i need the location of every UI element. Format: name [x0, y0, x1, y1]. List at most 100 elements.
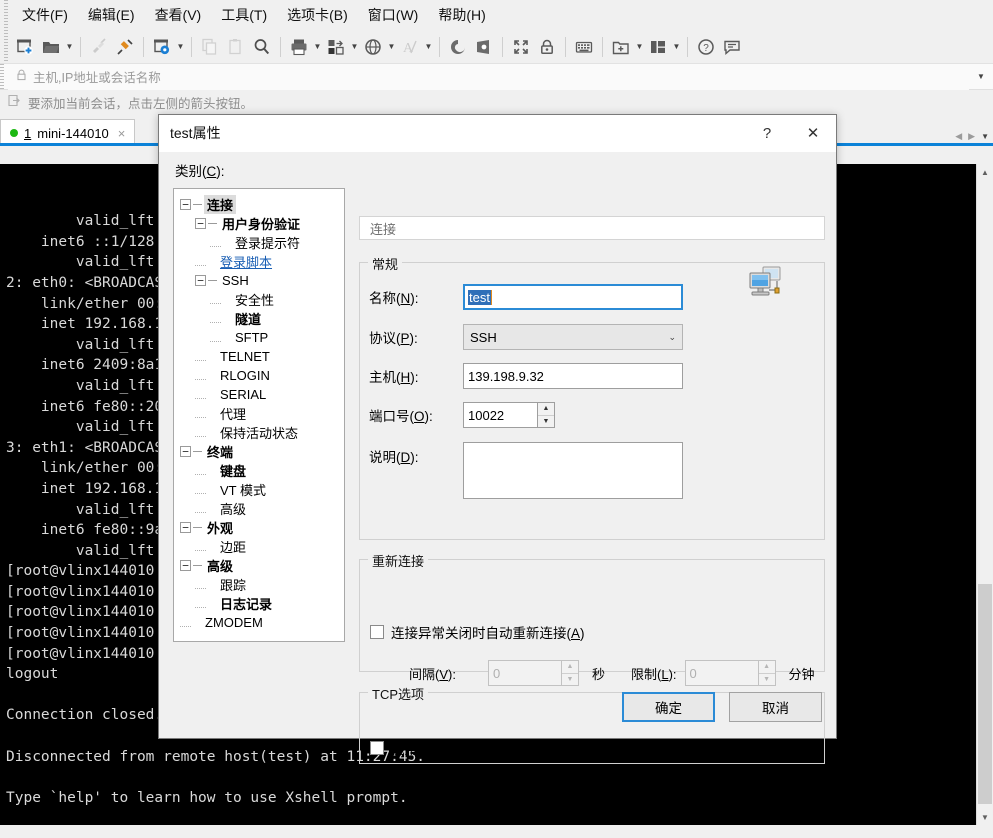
- address-input[interactable]: 主机,IP地址或会话名称: [8, 63, 969, 90]
- tree-item[interactable]: RLOGIN: [174, 366, 344, 385]
- layout-dropdown-icon[interactable]: ▼: [671, 34, 682, 60]
- address-dropdown-icon[interactable]: ▼: [969, 72, 993, 81]
- tree-item[interactable]: 边距: [174, 537, 344, 556]
- sftp-icon[interactable]: [471, 34, 497, 60]
- tab-list-dropdown-icon[interactable]: ▼: [981, 132, 989, 141]
- menu-edit[interactable]: 编辑(E): [78, 1, 145, 29]
- print-icon[interactable]: [286, 34, 312, 60]
- tree-item[interactable]: − SSH: [174, 271, 344, 290]
- port-spin-up-icon[interactable]: ▲: [538, 403, 554, 416]
- scroll-up-icon[interactable]: ▲: [977, 164, 993, 181]
- disconnect-icon[interactable]: [86, 34, 112, 60]
- paste-icon[interactable]: [223, 34, 249, 60]
- tree-item[interactable]: 代理: [174, 404, 344, 423]
- tree-item[interactable]: 高级: [174, 499, 344, 518]
- tree-item[interactable]: 日志记录: [174, 594, 344, 613]
- fullscreen-icon[interactable]: [508, 34, 534, 60]
- tree-item[interactable]: TELNET: [174, 347, 344, 366]
- tree-item[interactable]: 隧道: [174, 309, 344, 328]
- name-input[interactable]: test: [463, 284, 683, 310]
- limit-input[interactable]: 0: [684, 660, 759, 686]
- host-input[interactable]: 139.198.9.32: [463, 363, 683, 389]
- scrollbar-thumb[interactable]: [978, 584, 992, 804]
- nagle-checkbox[interactable]: [370, 741, 384, 755]
- session-properties-icon[interactable]: [149, 34, 175, 60]
- tree-item[interactable]: − 连接: [174, 195, 344, 214]
- menu-view[interactable]: 查看(V): [145, 1, 212, 29]
- category-tree[interactable]: − 连接 − 用户身份验证 登录提示符 登录脚本 − SSH 安全性 隧道 SFTP TELNET RL…: [173, 188, 345, 642]
- new-tab-dropdown-icon[interactable]: ▼: [634, 34, 645, 60]
- tree-item[interactable]: 登录脚本: [174, 252, 344, 271]
- session-properties-dropdown-icon[interactable]: ▼: [175, 34, 186, 60]
- dialog-title-bar[interactable]: test属性 ? ✕: [159, 115, 836, 152]
- layout-icon[interactable]: [645, 34, 671, 60]
- dialog-help-button[interactable]: ?: [744, 115, 790, 151]
- interval-spin-down-icon[interactable]: ▼: [562, 674, 578, 686]
- interval-spin-up-icon[interactable]: ▲: [562, 661, 578, 674]
- tree-item[interactable]: SFTP: [174, 328, 344, 347]
- print-dropdown-icon[interactable]: ▼: [312, 34, 323, 60]
- copy-icon[interactable]: [197, 34, 223, 60]
- open-folder-icon[interactable]: [38, 34, 64, 60]
- font-icon[interactable]: A: [397, 34, 423, 60]
- tree-item[interactable]: 登录提示符: [174, 233, 344, 252]
- tree-item[interactable]: 跟踪: [174, 575, 344, 594]
- tree-item[interactable]: 安全性: [174, 290, 344, 309]
- open-folder-dropdown-icon[interactable]: ▼: [64, 34, 75, 60]
- menu-grip[interactable]: [4, 0, 8, 30]
- font-dropdown-icon[interactable]: ▼: [423, 34, 434, 60]
- tree-collapse-icon[interactable]: −: [195, 275, 206, 286]
- new-session-icon[interactable]: [12, 34, 38, 60]
- tree-item[interactable]: − 终端: [174, 442, 344, 461]
- tree-collapse-icon[interactable]: −: [180, 446, 191, 457]
- tree-item[interactable]: − 用户身份验证: [174, 214, 344, 233]
- terminal-scrollbar[interactable]: ▲ ▼: [976, 164, 993, 826]
- menu-help[interactable]: 帮助(H): [428, 1, 495, 29]
- nautilus-icon[interactable]: [445, 34, 471, 60]
- menu-tools[interactable]: 工具(T): [211, 1, 277, 29]
- web-dropdown-icon[interactable]: ▼: [386, 34, 397, 60]
- tree-collapse-icon[interactable]: −: [195, 218, 206, 229]
- port-spin-down-icon[interactable]: ▼: [538, 416, 554, 428]
- tree-collapse-icon[interactable]: −: [180, 199, 191, 210]
- interval-input[interactable]: 0: [488, 660, 562, 686]
- menu-tabs[interactable]: 选项卡(B): [277, 1, 358, 29]
- tree-item[interactable]: SERIAL: [174, 385, 344, 404]
- limit-spin-down-icon[interactable]: ▼: [759, 674, 775, 686]
- limit-stepper[interactable]: 0 ▲ ▼: [684, 660, 776, 686]
- tree-item[interactable]: VT 模式: [174, 480, 344, 499]
- port-spin-buttons[interactable]: ▲ ▼: [538, 402, 555, 428]
- connect-icon[interactable]: [112, 34, 138, 60]
- menu-file[interactable]: 文件(F): [12, 1, 78, 29]
- address-grip[interactable]: [0, 64, 4, 89]
- nagle-row[interactable]: 使用Nagle算法(U): [370, 738, 499, 758]
- tab-mini-144010[interactable]: 1 mini-144010 ×: [0, 119, 136, 146]
- description-input[interactable]: [463, 442, 683, 499]
- tree-item[interactable]: ZMODEM: [174, 613, 344, 632]
- limit-spin-buttons[interactable]: ▲ ▼: [758, 660, 776, 686]
- port-stepper[interactable]: 10022 ▲ ▼: [463, 402, 555, 428]
- tab-close-icon[interactable]: ×: [115, 126, 129, 141]
- tree-collapse-icon[interactable]: −: [180, 522, 191, 533]
- tab-scroll-left-icon[interactable]: ◀: [955, 131, 962, 142]
- toolbar-grip[interactable]: [4, 30, 8, 63]
- dialog-close-button[interactable]: ✕: [790, 115, 836, 151]
- feedback-icon[interactable]: [719, 34, 745, 60]
- auto-reconnect-checkbox[interactable]: [370, 625, 384, 639]
- transfer-dropdown-icon[interactable]: ▼: [349, 34, 360, 60]
- tree-item[interactable]: − 高级: [174, 556, 344, 575]
- interval-spin-buttons[interactable]: ▲ ▼: [562, 660, 579, 686]
- new-tab-icon[interactable]: [608, 34, 634, 60]
- menu-window[interactable]: 窗口(W): [358, 1, 429, 29]
- transfer-icon[interactable]: [323, 34, 349, 60]
- tree-item[interactable]: 保持活动状态: [174, 423, 344, 442]
- ok-button[interactable]: 确定: [622, 692, 715, 722]
- port-input[interactable]: 10022: [463, 402, 538, 428]
- scroll-down-icon[interactable]: ▼: [977, 809, 993, 826]
- tree-item[interactable]: − 外观: [174, 518, 344, 537]
- web-icon[interactable]: [360, 34, 386, 60]
- auto-reconnect-row[interactable]: 连接异常关闭时自动重新连接(A): [370, 622, 585, 642]
- protocol-select[interactable]: SSH ⌄: [463, 324, 683, 350]
- interval-stepper[interactable]: 0 ▲ ▼: [488, 660, 579, 686]
- keyboard-icon[interactable]: [571, 34, 597, 60]
